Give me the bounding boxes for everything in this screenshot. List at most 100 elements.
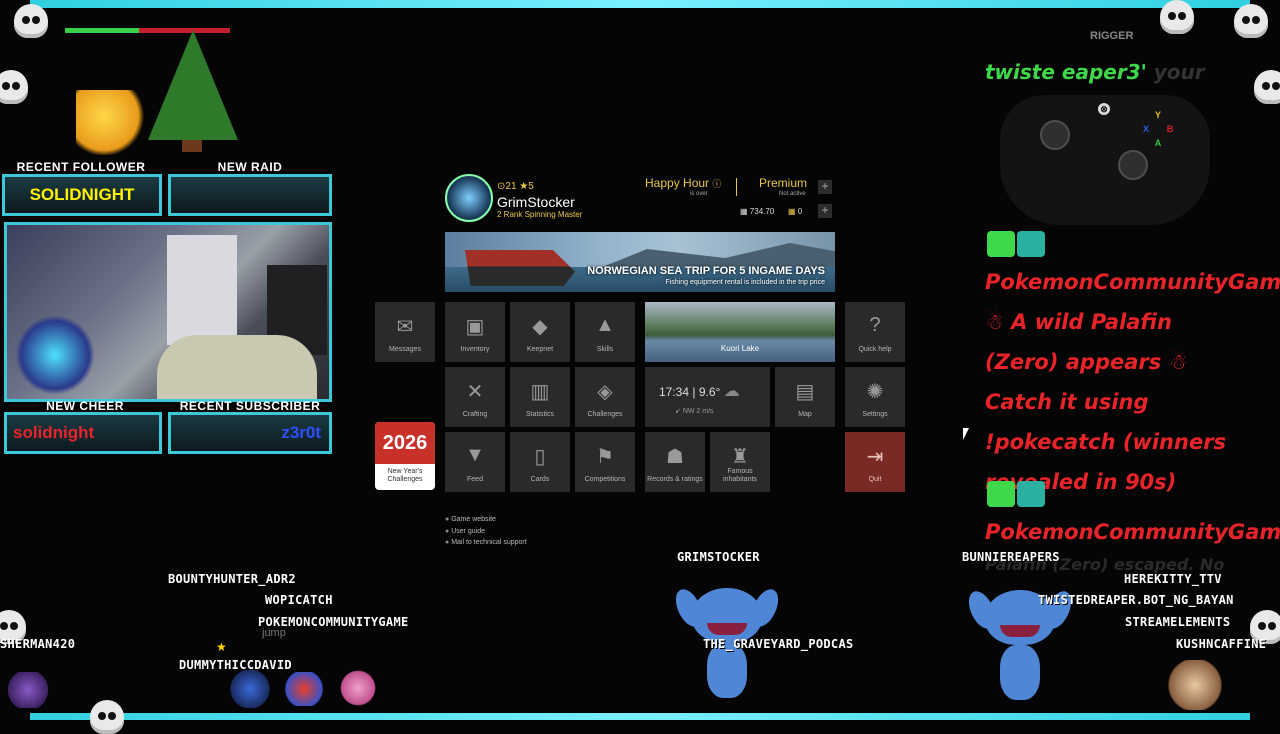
left-stick: [1040, 120, 1070, 150]
silver-icon: ▦: [740, 207, 748, 216]
chat-message-1-a: A wild Palafin (Zero) appears: [985, 310, 1172, 374]
bot-badge-icon: [1017, 481, 1045, 507]
banner-title: NORWEGIAN SEA TRIP FOR 5 INGAME DAYS: [587, 265, 825, 277]
stitch-sprite: [963, 587, 1077, 710]
viewer-name: GRIMSTOCKER: [677, 550, 760, 564]
wind-text: NW 2 m/s: [682, 408, 714, 415]
y-button-icon: Y: [1154, 110, 1161, 120]
controller-overlay: ⊗ Y X B A: [1000, 95, 1210, 225]
sword-badge-icon: [987, 481, 1015, 507]
add-currency-button[interactable]: +: [818, 204, 832, 218]
tile-keepnet[interactable]: ◆ Keepnet: [510, 302, 570, 362]
tile-competitions-label: Competitions: [584, 476, 626, 483]
recent-follower-label: RECENT FOLLOWER: [16, 160, 146, 174]
tile-statistics[interactable]: ▥ Statistics: [510, 367, 570, 427]
christmas-tree-sprite: [148, 30, 238, 140]
frame-bottom-bar: [30, 713, 1250, 720]
map-icon: ▤: [795, 381, 815, 403]
happy-hour-text: Happy Hour: [645, 176, 710, 190]
graduation-cap-icon: ▲: [595, 314, 615, 336]
tile-settings-label: Settings: [862, 411, 888, 418]
promo-banner[interactable]: NORWEGIAN SEA TRIP FOR 5 INGAME DAYS Fis…: [445, 232, 835, 292]
skull-icon: [1234, 4, 1268, 38]
tile-challenges[interactable]: ◈ Challenges: [575, 367, 635, 427]
diamond-icon: ◈: [597, 381, 613, 403]
new-raid-label: NEW RAID: [217, 160, 283, 174]
tile-records[interactable]: ☗ Records & ratings: [645, 432, 705, 492]
viewer-name: HEREKITTY_TTV: [1124, 572, 1222, 586]
gear-icon: ✺: [866, 381, 884, 403]
player-rank: 2 Rank Spinning Master: [497, 210, 583, 219]
cards-icon: ▯: [534, 446, 546, 468]
tile-quick-help[interactable]: ? Quick help: [845, 302, 905, 362]
trophy-icon: ♜: [731, 446, 749, 468]
viewer-name: BOUNTYHUNTER_ADR2: [168, 572, 296, 586]
new-cheer-box: solidnight: [4, 412, 162, 454]
tile-messages[interactable]: ✉ Messages: [375, 302, 435, 362]
link-user-guide[interactable]: User guide: [445, 526, 527, 538]
exit-icon: ⇥: [866, 446, 884, 468]
link-game-website[interactable]: Game website: [445, 514, 527, 526]
link-tech-support[interactable]: Mail to technical support: [445, 537, 526, 549]
quit-label: Quit: [868, 476, 882, 483]
viewer-name: KUSHNCAFFINE: [1176, 637, 1267, 651]
tile-feed[interactable]: ▼ Feed: [445, 432, 505, 492]
tile-settings[interactable]: ✺ Settings: [845, 367, 905, 427]
banner-boat: [465, 250, 575, 286]
gold-balance: ▦ 0: [788, 207, 802, 216]
pokemon-sprite: [340, 670, 376, 706]
tile-keepnet-label: Keepnet: [526, 346, 554, 353]
rigger-badge: RIGGER: [1090, 30, 1134, 42]
tile-crafting[interactable]: ✕ Crafting: [445, 367, 505, 427]
santa-icon: ☃: [985, 310, 1004, 334]
x-button-icon: X: [1142, 124, 1149, 134]
weather-time-temp: 17:34 | 9.6° ☁: [659, 383, 740, 400]
tile-competitions[interactable]: ⚑ Competitions: [575, 432, 635, 492]
footer-links: Game website User guide Mail to technica…: [445, 514, 527, 549]
happy-hour-label[interactable]: Happy Hour ⓘ: [645, 176, 721, 190]
add-premium-button[interactable]: +: [818, 180, 832, 194]
viewer-name: THE_GRAVEYARD_PODCAS: [703, 637, 854, 651]
tile-statistics-label: Statistics: [525, 411, 554, 418]
premium-status: Not active: [779, 191, 806, 197]
pokemon-sprite: [282, 672, 326, 706]
new-cheer-label: NEW CHEER: [46, 399, 124, 413]
tile-weather[interactable]: 17:34 | 9.6° ☁ ➹ NW 2 m/s: [645, 367, 770, 427]
player-stars: 5: [528, 181, 534, 192]
tile-skills[interactable]: ▲ Skills: [575, 302, 635, 362]
player-level: 21: [505, 181, 517, 192]
webcam-door: [167, 235, 237, 345]
skull-icon: [1254, 70, 1280, 104]
viewer-name: BUNNIEREAPERS: [962, 550, 1060, 564]
skull-icon: [1160, 0, 1194, 34]
webcam-pc-lights: [15, 315, 95, 395]
recent-subscriber-name: z3r0t: [281, 423, 321, 442]
tile-inventory[interactable]: ▣ Inventory: [445, 302, 505, 362]
new-cheer-name: solidnight: [13, 423, 95, 442]
game-time: 17:34: [659, 385, 690, 399]
cloud-icon: ☁: [723, 383, 740, 400]
viewer-name: TWISTEDREAPER.BOT_NG_BAYAN: [1038, 593, 1234, 607]
bucket-icon: ▼: [465, 444, 485, 466]
new-year-challenges-button[interactable]: 2026 New Year's Challenges: [375, 422, 435, 490]
frame-top-bar: [30, 0, 1250, 8]
tile-map[interactable]: ▤ Map: [775, 367, 835, 427]
chat-username-2: eaper3': [1061, 60, 1147, 84]
happy-hour-status: is over: [690, 191, 708, 197]
tools-icon: ✕: [466, 381, 484, 403]
tile-cards[interactable]: ▯ Cards: [510, 432, 570, 492]
fish-icon: ◆: [532, 316, 548, 338]
bar-chart-icon: ▥: [530, 381, 550, 403]
game-main-menu: ⊙21 ★5 GrimStocker 2 Rank Spinning Maste…: [375, 172, 907, 552]
quit-button[interactable]: ⇥ Quit: [845, 432, 905, 492]
header-divider: [736, 178, 737, 196]
tile-location[interactable]: Kuori Lake: [645, 302, 835, 362]
silver-amount: 734.70: [749, 207, 775, 216]
gold-icon: ▦: [788, 207, 796, 216]
tile-feed-label: Feed: [467, 476, 483, 483]
tile-famous[interactable]: ♜ Famous inhabitants: [710, 432, 770, 492]
recent-subscriber-label: RECENT SUBSCRIBER: [179, 399, 321, 413]
santa-icon: ☃: [1168, 350, 1188, 374]
premium-label[interactable]: Premium: [759, 176, 807, 190]
player-avatar[interactable]: [445, 174, 493, 222]
